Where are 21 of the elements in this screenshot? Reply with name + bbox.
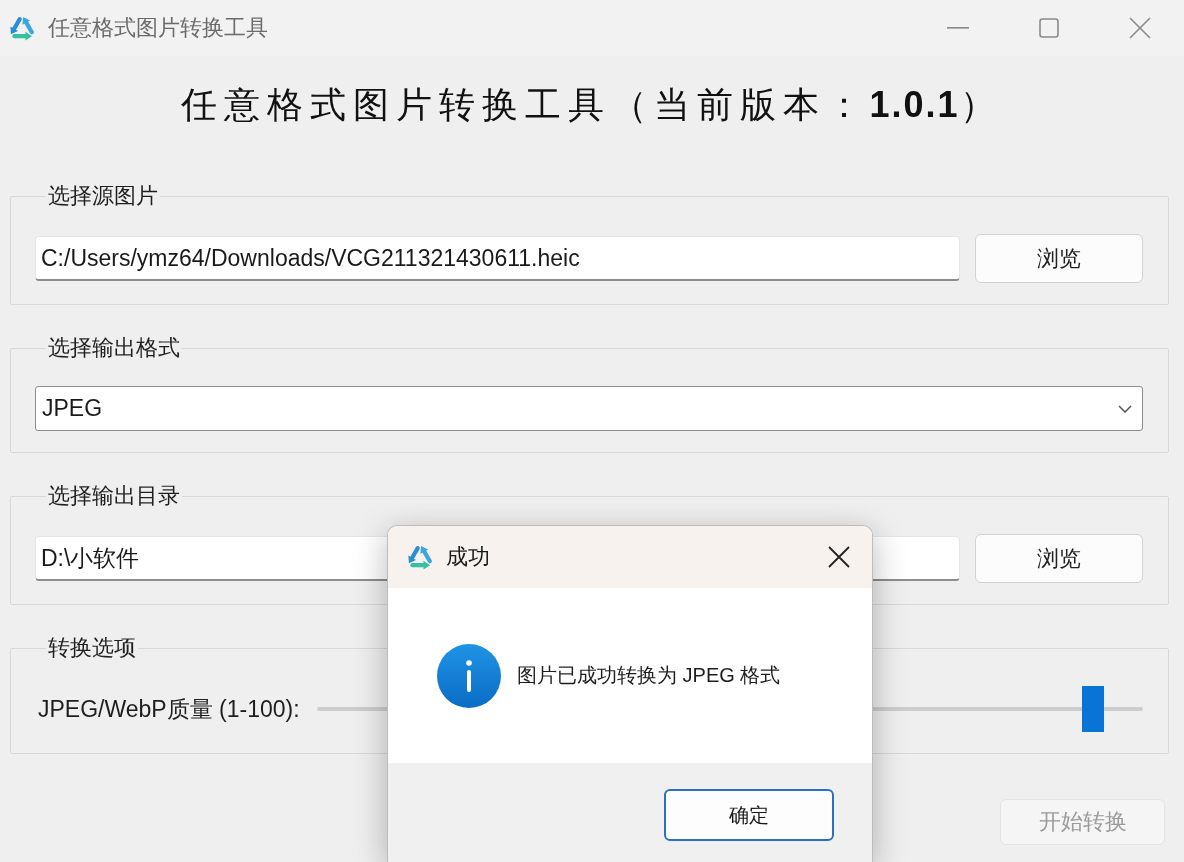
window-title: 任意格式图片转换工具: [48, 14, 268, 42]
browse-button[interactable]: 浏览: [975, 534, 1143, 583]
dialog-title: 成功: [446, 543, 490, 571]
maximize-icon[interactable]: [1039, 18, 1059, 38]
format-select[interactable]: JPEG: [35, 386, 1143, 431]
browse-button[interactable]: 浏览: [975, 234, 1143, 283]
chevron-down-icon: [1118, 404, 1132, 413]
group-title: 选择输出目录: [47, 483, 181, 509]
path-field[interactable]: C:/Users/ymz64/Downloads/VCG211321430611.heic: [35, 236, 960, 281]
slider-thumb[interactable]: [1082, 686, 1105, 732]
group-title: 选择源图片: [47, 183, 159, 209]
info-icon: [437, 643, 501, 708]
recycle-icon: [8, 14, 36, 42]
dialog-message: 图片已成功转换为 JPEG 格式: [517, 663, 781, 688]
recycle-icon: [406, 543, 434, 571]
app-heading: 任意格式图片转换工具（当前版本：1.0.1）: [180, 83, 1004, 127]
ok-button[interactable]: 确定: [664, 789, 834, 841]
quality-label: JPEG/WebP质量 (1-100):: [38, 694, 300, 724]
group-title: 转换选项: [47, 635, 137, 661]
group-title: 选择输出格式: [47, 335, 181, 361]
close-icon[interactable]: [828, 546, 850, 568]
